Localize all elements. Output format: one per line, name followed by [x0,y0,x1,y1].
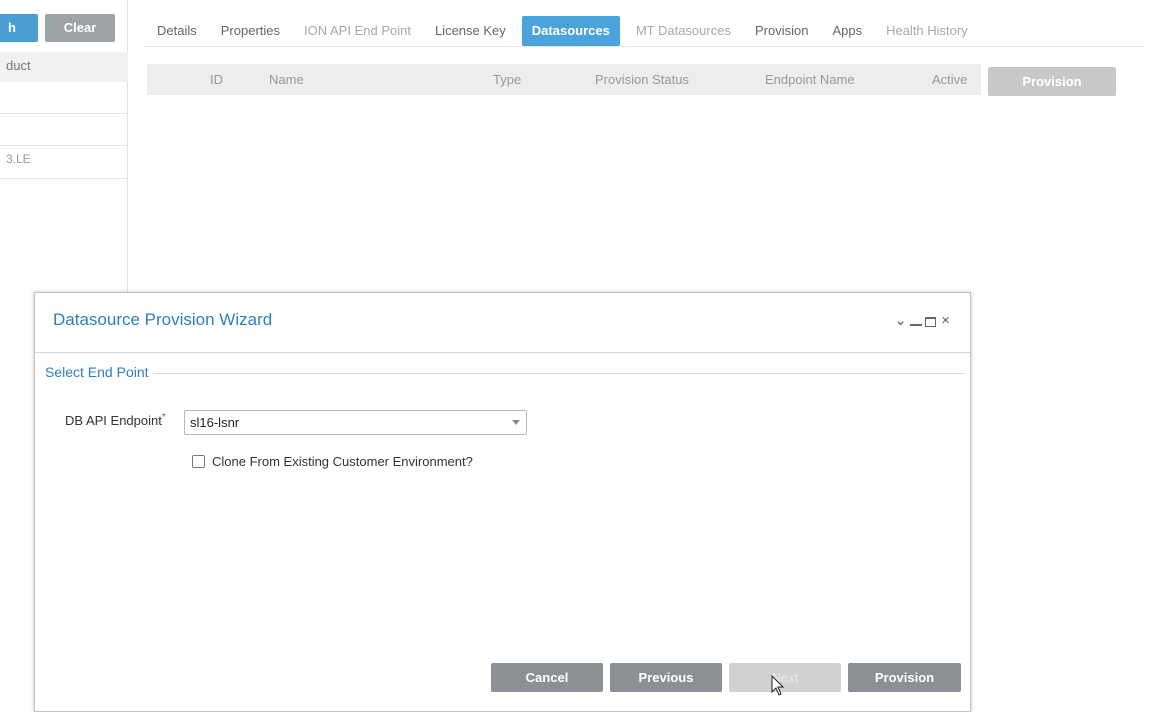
clear-button[interactable]: Clear [45,14,115,42]
tab-ion-api-end-point[interactable]: ION API End Point [292,16,423,46]
mouse-cursor-icon [771,675,785,696]
maximize-icon[interactable] [925,317,936,327]
search-button[interactable]: h [0,14,38,42]
provision-button[interactable]: Provision [848,663,961,692]
next-button[interactable]: Next [729,663,841,692]
dialog-title: Datasource Provision Wizard [53,310,273,329]
db-api-endpoint-value: sl16-lsnr [190,415,240,430]
chevron-down-icon[interactable] [512,420,520,425]
tab-health-history[interactable]: Health History [874,16,980,46]
grid-header: ID Name Type Provision Status Endpoint N… [147,64,981,95]
clone-option[interactable]: Clone From Existing Customer Environment… [192,454,473,469]
section-title: Select End Point [45,364,153,380]
tab-properties[interactable]: Properties [209,16,292,46]
column-header-name[interactable]: Name [269,72,304,87]
chevron-down-icon[interactable]: ⌄ [894,313,907,329]
minimize-icon[interactable] [910,324,922,326]
column-header-active[interactable]: Active [932,72,967,87]
db-api-endpoint-label: DB API Endpoint* [65,412,166,428]
required-marker: * [161,412,166,423]
tab-apps[interactable]: Apps [820,16,874,46]
cancel-button[interactable]: Cancel [491,663,603,692]
divider [0,178,128,179]
tab-datasources[interactable]: Datasources [521,16,620,46]
left-panel: h Clear duct 3.LE [0,0,128,300]
column-header-type[interactable]: Type [493,72,521,87]
dialog-header: Datasource Provision Wizard ⌄ × [35,293,970,353]
tab-divider [145,46,1145,47]
clone-checkbox-label[interactable]: Clone From Existing Customer Environment… [212,454,473,469]
divider [0,145,128,146]
left-list-item[interactable]: duct [0,52,128,82]
column-header-provision-status[interactable]: Provision Status [595,72,689,87]
db-api-endpoint-select[interactable]: sl16-lsnr [184,410,527,435]
provision-wizard-dialog: Datasource Provision Wizard ⌄ × Select E… [34,292,971,712]
tab-details[interactable]: Details [145,16,209,46]
provision-button-top[interactable]: Provision [988,67,1116,96]
left-list-item-label: duct [6,58,31,73]
window-controls: ⌄ × [894,313,952,329]
clone-checkbox[interactable] [192,455,205,468]
db-api-endpoint-label-text: DB API Endpoint [65,413,162,428]
tab-bar: Details Properties ION API End Point Lic… [145,16,980,46]
left-list-item-label[interactable]: 3.LE [6,152,31,166]
page: h Clear duct 3.LE Details Properties ION… [0,0,1149,712]
column-header-id[interactable]: ID [210,72,223,87]
section-divider [45,373,965,374]
divider [0,113,128,114]
tab-provision[interactable]: Provision [743,16,820,46]
column-header-endpoint-name[interactable]: Endpoint Name [765,72,855,87]
previous-button[interactable]: Previous [610,663,722,692]
close-icon[interactable]: × [939,313,952,329]
tab-license-key[interactable]: License Key [423,16,518,46]
tab-mt-datasources[interactable]: MT Datasources [624,16,743,46]
